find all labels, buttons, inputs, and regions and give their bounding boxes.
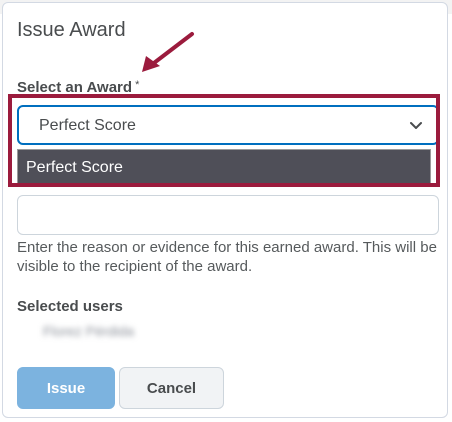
cancel-button[interactable]: Cancel: [119, 367, 224, 409]
issue-award-dialog: Issue Award Select an Award * Perfect Sco…: [2, 2, 448, 418]
selected-users-label: Selected users: [17, 298, 123, 315]
dialog-title: Issue Award: [17, 19, 126, 41]
annotation-arrow-icon: [142, 32, 194, 72]
required-marker: *: [135, 79, 140, 91]
evidence-help-text: Enter the reason or evidence for this ea…: [17, 239, 437, 275]
selected-user-name: Florez Pérdida: [43, 323, 135, 339]
issue-button[interactable]: Issue: [17, 367, 115, 409]
highlight-annotation-box: [8, 94, 440, 187]
evidence-input[interactable]: [17, 195, 439, 235]
